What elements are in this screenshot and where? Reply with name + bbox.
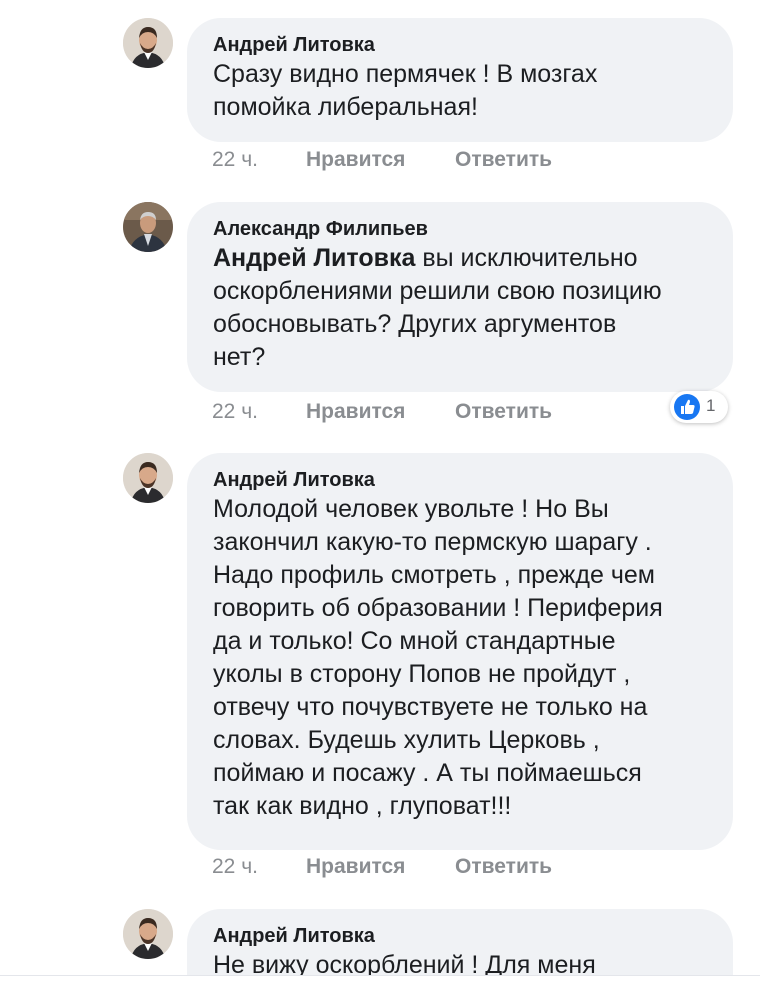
comment-bubble: Андрей Литовка Молодой человек увольте !… <box>187 453 733 850</box>
comment-bubble: Андрей Литовка Сразу видно пермячек ! В … <box>187 18 733 142</box>
like-button[interactable]: Нравится <box>306 855 405 879</box>
avatar[interactable] <box>123 453 173 503</box>
comment-time[interactable]: 22 ч. <box>212 148 258 172</box>
like-button[interactable]: Нравится <box>306 148 405 172</box>
avatar[interactable] <box>123 202 173 252</box>
avatar[interactable] <box>123 909 173 959</box>
comment-bubble: Александр Филипьев Андрей Литовка вы иск… <box>187 202 733 392</box>
comment-time[interactable]: 22 ч. <box>212 855 258 879</box>
comment-author[interactable]: Андрей Литовка <box>213 467 707 493</box>
avatar[interactable] <box>123 18 173 68</box>
comment-author[interactable]: Андрей Литовка <box>213 32 707 58</box>
thumbs-up-icon <box>674 394 700 420</box>
mention-link[interactable]: Андрей Литовка <box>213 244 415 272</box>
reply-button[interactable]: Ответить <box>455 148 552 172</box>
comment-text: Андрей Литовка вы исключительно оскорбле… <box>213 242 707 374</box>
reply-button[interactable]: Ответить <box>455 400 552 424</box>
reaction-count: 1 <box>706 396 716 415</box>
reply-button[interactable]: Ответить <box>455 855 552 879</box>
bottom-divider <box>0 975 760 992</box>
comment-text: Молодой человек увольте ! Но Вы закончил… <box>213 495 663 820</box>
reaction-summary[interactable]: 1 <box>670 391 728 423</box>
comment-time[interactable]: 22 ч. <box>212 400 258 424</box>
comment-author[interactable]: Андрей Литовка <box>213 923 707 949</box>
comment-author[interactable]: Александр Филипьев <box>213 216 707 242</box>
comment-text: Сразу видно пермячек ! В мозгах помойка … <box>213 60 598 121</box>
like-button[interactable]: Нравится <box>306 400 405 424</box>
